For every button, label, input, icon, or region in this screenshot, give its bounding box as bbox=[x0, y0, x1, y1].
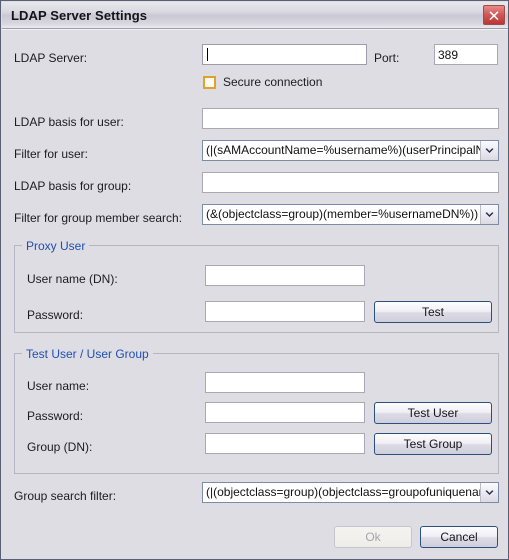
chevron-down-icon[interactable] bbox=[480, 141, 498, 160]
test-group-label: Group (DN): bbox=[27, 440, 93, 454]
secure-connection-label: Secure connection bbox=[223, 75, 323, 89]
filter-group-member-value: (&(objectclass=group)(member=%usernameDN… bbox=[206, 207, 479, 221]
chevron-down-icon[interactable] bbox=[480, 205, 498, 224]
chevron-down-icon[interactable] bbox=[480, 483, 498, 502]
test-username-input[interactable] bbox=[205, 372, 365, 393]
group-search-filter-label: Group search filter: bbox=[14, 489, 117, 503]
filter-user-label: Filter for user: bbox=[14, 147, 89, 161]
test-password-input[interactable] bbox=[205, 402, 365, 423]
filter-user-combobox[interactable]: (|(sAMAccountName=%username%)(userPrinci… bbox=[202, 140, 499, 161]
title-bar: LDAP Server Settings bbox=[2, 2, 508, 29]
test-group-button[interactable]: Test Group bbox=[374, 433, 492, 455]
close-icon[interactable] bbox=[483, 5, 505, 25]
ok-button-label: Ok bbox=[365, 530, 381, 544]
test-password-label: Password: bbox=[27, 409, 84, 423]
dialog-body: LDAP Server: Port: Secure connection LDA… bbox=[2, 29, 508, 559]
ldap-basis-user-label: LDAP basis for user: bbox=[14, 115, 124, 129]
proxy-password-label: Password: bbox=[27, 308, 84, 322]
proxy-test-button[interactable]: Test bbox=[374, 301, 492, 323]
filter-group-member-combobox[interactable]: (&(objectclass=group)(member=%usernameDN… bbox=[202, 204, 499, 225]
proxy-username-label: User name (DN): bbox=[27, 272, 118, 286]
filter-group-member-label: Filter for group member search: bbox=[14, 211, 183, 225]
test-username-label: User name: bbox=[27, 379, 90, 393]
proxy-username-input[interactable] bbox=[205, 265, 365, 286]
port-input[interactable] bbox=[434, 44, 498, 65]
proxy-user-legend: Proxy User bbox=[22, 240, 90, 252]
proxy-test-button-label: Test bbox=[421, 305, 444, 319]
text-caret bbox=[207, 48, 208, 61]
ldap-server-settings-dialog: LDAP Server Settings LDAP Server: Port: … bbox=[0, 0, 509, 560]
cancel-button-label: Cancel bbox=[440, 530, 478, 544]
ldap-basis-group-label: LDAP basis for group: bbox=[14, 179, 132, 193]
test-group-input[interactable] bbox=[205, 433, 365, 454]
test-user-button[interactable]: Test User bbox=[374, 402, 492, 424]
proxy-password-input[interactable] bbox=[205, 301, 365, 322]
filter-user-value: (|(sAMAccountName=%username%)(userPrinci… bbox=[206, 143, 480, 157]
cancel-button[interactable]: Cancel bbox=[420, 526, 498, 548]
window-title: LDAP Server Settings bbox=[11, 7, 148, 23]
group-search-filter-combobox[interactable]: (|(objectclass=group)(objectclass=groupo… bbox=[202, 482, 499, 503]
test-group-button-label: Test Group bbox=[403, 437, 463, 451]
group-search-filter-value: (|(objectclass=group)(objectclass=groupo… bbox=[206, 485, 480, 499]
port-label: Port: bbox=[374, 51, 400, 65]
test-user-legend: Test User / User Group bbox=[22, 348, 153, 360]
ok-button[interactable]: Ok bbox=[334, 526, 412, 548]
ldap-server-input[interactable] bbox=[202, 44, 367, 65]
ldap-basis-group-input[interactable] bbox=[202, 172, 499, 193]
ldap-basis-user-input[interactable] bbox=[202, 108, 499, 129]
test-user-button-label: Test User bbox=[407, 406, 459, 420]
secure-connection-checkbox[interactable] bbox=[203, 76, 216, 89]
ldap-server-label: LDAP Server: bbox=[14, 51, 88, 65]
